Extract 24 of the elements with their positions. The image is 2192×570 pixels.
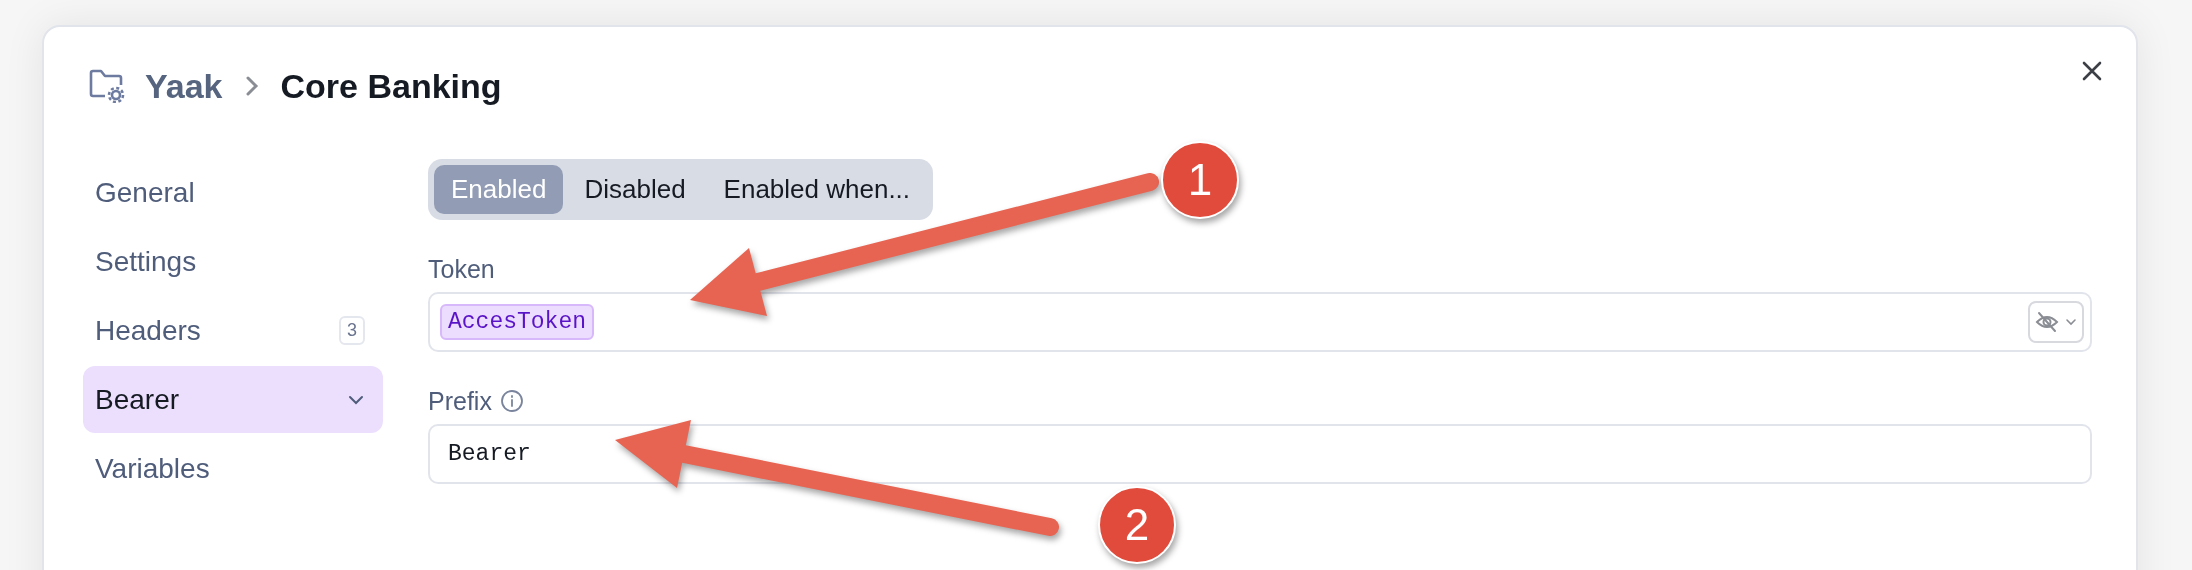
field-value: Bearer xyxy=(448,441,531,467)
sidebar-item[interactable]: Variables xyxy=(83,435,383,502)
sidebar-item[interactable]: Bearer xyxy=(83,366,383,433)
breadcrumb-parent[interactable]: Yaak xyxy=(145,66,223,106)
number-badge: 1 xyxy=(1161,141,1239,219)
folder-gear-icon xyxy=(89,69,125,103)
chevron-down-icon xyxy=(2065,318,2077,326)
input-field[interactable]: AccesToken xyxy=(428,292,2092,352)
breadcrumb-current: Core Banking xyxy=(280,66,502,106)
visibility-toggle[interactable] xyxy=(2028,301,2084,343)
field-label: Prefix xyxy=(428,386,492,416)
chevron-down-icon[interactable] xyxy=(347,393,365,406)
number-badge: 2 xyxy=(1098,486,1176,564)
input-field[interactable]: Bearer xyxy=(428,424,2092,484)
field-label: Token xyxy=(428,254,495,284)
segment-option[interactable]: Enabled when... xyxy=(706,165,928,214)
sidebar-item[interactable]: General xyxy=(83,159,383,226)
sidebar-item[interactable]: Settings xyxy=(83,228,383,295)
count-badge: 3 xyxy=(339,316,365,345)
info-icon[interactable] xyxy=(499,389,524,413)
sidebar-item[interactable]: Headers 3 xyxy=(83,297,383,364)
variable-tag[interactable]: AccesToken xyxy=(440,304,595,340)
eye-slash-icon xyxy=(2035,311,2059,333)
segment-option[interactable]: Disabled xyxy=(567,165,703,214)
